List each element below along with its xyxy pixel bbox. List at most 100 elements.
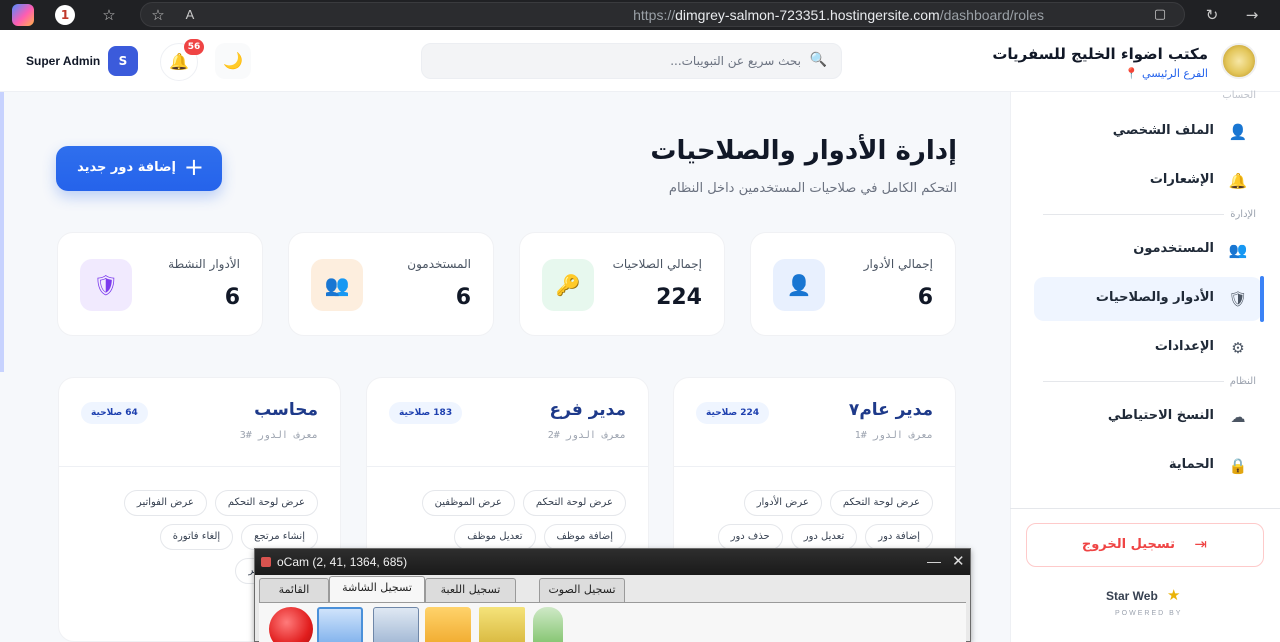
permissions-badge: 183 صلاحية [389, 402, 463, 424]
sidebar-item-users[interactable]: 👥 المستخدمون [1034, 228, 1262, 272]
tab-game-record[interactable]: تسجيل اللعبة [425, 578, 516, 602]
permission-tag: حذف دور [717, 524, 783, 550]
permission-tag: تعديل دور [790, 524, 858, 550]
sidebar-section-management: الإدارة [1224, 209, 1256, 220]
stat-label: إجمالي الصلاحيات [612, 257, 702, 271]
tab-audio-record[interactable]: تسجيل الصوت [539, 578, 625, 602]
sidebar-item-security[interactable]: 🔒 الحماية [1034, 444, 1262, 488]
read-aloud-icon[interactable]: A [181, 6, 199, 24]
ocam-app-icon [261, 557, 271, 567]
scroll-edge [0, 92, 4, 372]
plus-icon: + [183, 153, 204, 181]
add-role-button[interactable]: + إضافة دور جديد [56, 146, 222, 191]
active-indicator [1260, 276, 1264, 322]
url-text[interactable]: https://dimgrey-salmon-723351.hostingers… [633, 7, 1044, 23]
stat-value: 6 [917, 285, 933, 310]
codec-icon[interactable] [479, 607, 525, 642]
stat-card-active-roles: الأدوار النشطة 6 🛡 [57, 232, 263, 336]
browser-toolbar: 1 ☆ ☆ A https://dimgrey-salmon-723351.ho… [0, 0, 1280, 30]
copilot-icon[interactable] [12, 4, 34, 26]
sidebar-item-label: الحماية [1168, 457, 1214, 472]
permission-tag: عرض الأدوار [743, 490, 822, 516]
permission-tag: عرض الموظفين [421, 490, 515, 516]
sidebar-item-notifications[interactable]: 🔔 الإشعارات [1034, 159, 1262, 203]
permission-tag: تعديل موظف [454, 524, 536, 550]
role-name: محاسب [254, 400, 318, 420]
notifications-badge: 56 [184, 39, 204, 55]
stat-card-users: المستخدمون 6 👥 [288, 232, 494, 336]
ocam-title: oCam (2, 41, 1364, 685) [277, 555, 408, 569]
lock-icon[interactable]: ▢ [1151, 6, 1169, 24]
search-icon: 🔍 [809, 52, 827, 68]
branch-label[interactable]: الفرع الرئيسي 📍 [1125, 67, 1208, 80]
add-role-label: إضافة دور جديد [77, 160, 176, 175]
role-name: مدير عام٧ [848, 400, 933, 420]
bell-icon: 🔔 [1228, 172, 1248, 190]
logout-button[interactable]: ⇥ تسجيل الخروج [1026, 523, 1264, 567]
permission-tag: عرض لوحة التحكم [214, 490, 318, 516]
tab-menu[interactable]: القائمة [259, 578, 329, 602]
sidebar-item-label: الملف الشخصي [1112, 123, 1214, 138]
sidebar-divider [1010, 508, 1280, 509]
role-divider [367, 466, 648, 467]
stat-label: الأدوار النشطة [168, 257, 240, 271]
logout-icon: ⇥ [1194, 535, 1207, 553]
sidebar-section-system: النظام [1223, 376, 1256, 387]
role-id: معرف الدور #3 [239, 430, 318, 441]
user-shield-icon: 👤 [773, 259, 825, 311]
minimize-icon[interactable]: — [927, 553, 941, 569]
permission-tag: عرض لوحة التحكم [829, 490, 933, 516]
brand-logo[interactable] [1221, 43, 1257, 79]
sidebar-section-account: الحساب [1222, 90, 1256, 101]
profile-icon[interactable]: 1 [55, 5, 75, 25]
avatar[interactable]: S [108, 46, 138, 76]
role-id: معرف الدور #1 [854, 430, 933, 441]
cloud-download-icon: ☁ [1230, 408, 1246, 426]
microphone-icon[interactable] [533, 607, 563, 642]
permission-tag: إضافة موظف [543, 524, 626, 550]
sidebar-item-profile[interactable]: 👤 الملف الشخصي [1034, 110, 1262, 154]
sidebar-item-roles[interactable]: 🛡 الأدوار والصلاحيات [1034, 277, 1262, 321]
tab-screen-record[interactable]: تسجيل الشاشة [329, 576, 425, 603]
ocam-window[interactable]: oCam (2, 41, 1364, 685) — ✕ تسجيل الصوت … [254, 548, 971, 642]
stat-label: إجمالي الأدوار [863, 257, 933, 271]
favorites-icon[interactable]: ☆ [100, 6, 118, 24]
footer-brand: Star Web [1106, 589, 1158, 603]
bell-icon: 🔔 [169, 52, 189, 71]
ocam-titlebar[interactable]: oCam (2, 41, 1364, 685) — ✕ [255, 549, 970, 575]
permissions-badge: 64 صلاحية [81, 402, 148, 424]
sidebar-item-label: الإشعارات [1149, 172, 1214, 187]
permissions-badge: 224 صلاحية [696, 402, 770, 424]
user-icon: 👤 [1228, 123, 1248, 141]
sidebar-item-settings[interactable]: ⚙ الإعدادات [1034, 326, 1262, 370]
logout-label: تسجيل الخروج [1081, 537, 1175, 552]
folder-icon[interactable] [425, 607, 471, 642]
shield-check-icon: 🛡 [1228, 290, 1248, 308]
sidebar-item-label: المستخدمون [1133, 241, 1214, 256]
forward-icon[interactable]: → [1243, 6, 1261, 24]
sidebar-item-backup[interactable]: ☁ النسخ الاحتياطي [1034, 395, 1262, 439]
dark-mode-toggle[interactable]: 🌙 [215, 43, 251, 79]
users-icon: 👥 [311, 259, 363, 311]
refresh-icon[interactable]: ↻ [1203, 6, 1221, 24]
search-placeholder: بحث سريع عن التبويبات... [670, 54, 801, 68]
stat-value: 6 [455, 285, 471, 310]
stat-value: 6 [224, 285, 240, 310]
shield-icon: 🛡 [80, 259, 132, 311]
search-input[interactable]: 🔍 بحث سريع عن التبويبات... [421, 43, 842, 79]
permission-tag: عرض الفواتير [123, 490, 207, 516]
role-id: معرف الدور #2 [547, 430, 626, 441]
sidebar-item-label: النسخ الاحتياطي [1107, 408, 1214, 423]
user-name[interactable]: Super Admin [26, 54, 100, 68]
resize-icon[interactable] [373, 607, 419, 642]
gear-icon: ⚙ [1231, 339, 1245, 357]
role-name: مدير فرع [549, 400, 626, 420]
star-icon[interactable]: ☆ [149, 6, 167, 24]
users-icon: 👥 [1228, 241, 1248, 259]
permission-tag: إلغاء فاتورة [159, 524, 234, 550]
address-bar[interactable]: ☆ A https://dimgrey-salmon-723351.hostin… [140, 2, 1185, 27]
screen-capture-icon[interactable] [317, 607, 363, 642]
close-icon[interactable]: ✕ [952, 552, 965, 570]
sidebar-item-label: الإعدادات [1154, 339, 1214, 354]
permission-tag: عرض لوحة التحكم [522, 490, 626, 516]
